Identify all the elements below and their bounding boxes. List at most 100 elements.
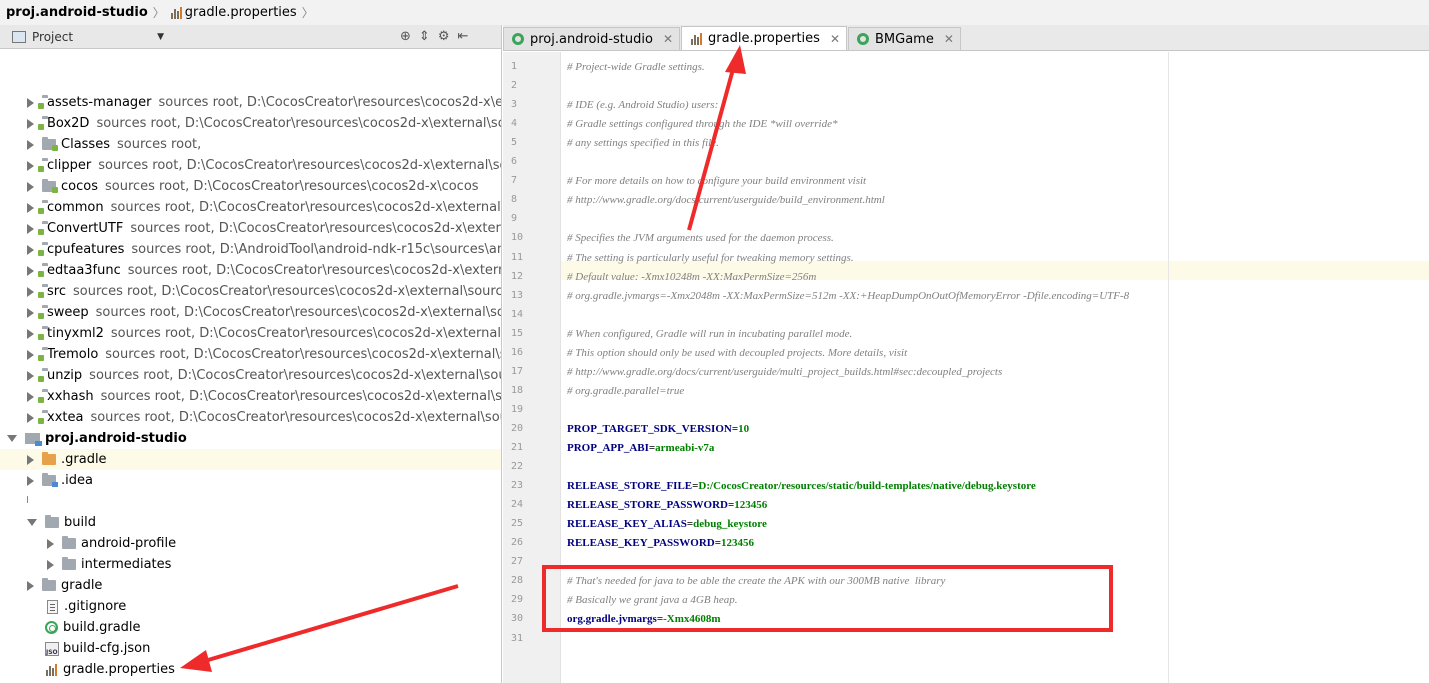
project-panel: Project ▼ ⊕ ⇕ ⚙ ⇤ assets-manager sources … — [0, 25, 502, 683]
code-line: # Project-wide Gradle settings. — [567, 61, 705, 73]
line-number: 21 — [511, 442, 524, 453]
expand-arrow-icon[interactable] — [27, 118, 34, 129]
tree-folder-android-profile[interactable]: android-profile — [0, 533, 501, 554]
property-value: 123456 — [721, 537, 754, 549]
expand-arrow-icon[interactable] — [47, 538, 54, 549]
tab-bmgame[interactable]: BMGame ✕ — [848, 27, 961, 50]
tree-module-classes[interactable]: Classes sources root, — [0, 134, 501, 155]
tree-file-gitignore[interactable]: .gitignore — [0, 596, 501, 617]
tree-item-label: intermediates — [81, 557, 172, 572]
expand-arrow-icon[interactable] — [27, 160, 34, 171]
close-icon[interactable]: ✕ — [830, 32, 840, 46]
close-icon[interactable]: ✕ — [663, 32, 673, 46]
tree-module-clipper[interactable]: clipper sources root, D:\CocosCreator\res… — [0, 155, 502, 176]
tree-item-path: sources root, D:\AndroidTool\android-ndk… — [131, 242, 502, 257]
tree-item-label: android-profile — [81, 536, 177, 551]
expand-arrow-icon[interactable] — [27, 328, 34, 339]
tree-module-tinyxml2[interactable]: tinyxml2 sources root, D:\CocosCreator\re… — [0, 323, 501, 344]
breadcrumb-file[interactable]: gradle.properties — [185, 5, 297, 20]
line-number: 11 — [511, 252, 524, 263]
tree-folder-gradle[interactable]: gradle — [0, 575, 501, 596]
line-number: 6 — [511, 156, 518, 167]
tree-item-label: build — [64, 515, 96, 530]
gear-icon[interactable]: ⚙ — [438, 29, 450, 44]
tree-module-common[interactable]: common sources root, D:\CocosCreator\reso… — [0, 197, 501, 218]
expand-arrow-icon[interactable] — [27, 139, 34, 150]
code-line: # Default value: -Xmx10248m -XX:MaxPermS… — [567, 271, 817, 283]
project-view-selector[interactable]: Project — [32, 30, 73, 44]
tree-item-path: sources root, D:\CocosCreator\resources\… — [98, 158, 502, 173]
tree-item-path: sources root, D:\CocosCreator\resources\… — [90, 410, 502, 425]
expand-arrow-icon[interactable] — [27, 202, 34, 213]
expand-arrow-icon[interactable] — [27, 519, 37, 526]
tree-item-label: .gitignore — [64, 599, 127, 614]
tree-module-assets-manager[interactable]: assets-manager sources root, D:\CocosCrea… — [0, 92, 501, 113]
locate-icon[interactable]: ⊕ — [400, 29, 411, 44]
folder-icon — [62, 536, 76, 549]
tree-folder-build[interactable]: build — [0, 512, 501, 533]
expand-arrow-icon[interactable] — [27, 391, 34, 402]
hide-panel-icon[interactable]: ⇤ — [457, 29, 468, 44]
tree-item-path: sources root, D:\CocosCreator\resources\… — [95, 305, 502, 320]
tab-proj-android-studio[interactable]: proj.android-studio ✕ — [503, 27, 681, 50]
expand-arrow-icon[interactable] — [27, 97, 34, 108]
tree-item-path: sources root, D:\CocosCreator\resources\… — [104, 179, 479, 194]
expand-arrow-icon[interactable] — [27, 349, 34, 360]
tree-item-path: sources root, D:\CocosCreator\resources\… — [72, 284, 502, 299]
tree-module-src[interactable]: src sources root, D:\CocosCreator\resourc… — [0, 281, 502, 302]
tree-item-label: clipper — [47, 158, 92, 173]
expand-arrow-icon[interactable] — [27, 223, 34, 234]
tree-module-sweep[interactable]: sweep sources root, D:\CocosCreator\resou… — [0, 302, 502, 323]
tree-module-edtaa3func[interactable]: edtaa3func sources root, D:\CocosCreator\… — [0, 260, 501, 281]
editor-tab-bar: proj.android-studio ✕ gradle.properties … — [503, 25, 1429, 51]
tab-gradle-properties[interactable]: gradle.properties ✕ — [681, 26, 847, 50]
tree-item-label: src — [47, 284, 66, 299]
expand-arrow-icon[interactable] — [27, 181, 34, 192]
tree-folder-idea[interactable]: .idea — [0, 470, 501, 491]
expand-arrow-icon[interactable] — [27, 265, 34, 276]
expand-arrow-icon[interactable] — [27, 307, 34, 318]
tree-item-path: sources root, — [116, 137, 202, 152]
tree-module-cpufeatures[interactable]: cpufeatures sources root, D:\AndroidTool\… — [0, 239, 502, 260]
tree-file-build-gradle[interactable]: build.gradle — [0, 617, 501, 638]
highlight-box — [542, 565, 1113, 632]
line-number: 25 — [511, 518, 524, 529]
project-panel-header: Project ▼ ⊕ ⇕ ⚙ ⇤ — [0, 25, 501, 49]
tree-module-convertutf[interactable]: ConvertUTF sources root, D:\CocosCreator\… — [0, 218, 501, 239]
expand-arrow-icon[interactable] — [27, 412, 34, 423]
expand-arrow-icon[interactable] — [7, 435, 17, 442]
property-value: 10 — [738, 423, 750, 435]
line-number: 24 — [511, 499, 524, 510]
tree-module-xxtea[interactable]: xxtea sources root, D:\CocosCreator\resou… — [0, 407, 502, 428]
collapse-all-icon[interactable]: ⇕ — [419, 29, 430, 44]
tree-root-proj-android-studio[interactable]: proj.android-studio — [0, 428, 501, 449]
expand-arrow-icon[interactable] — [27, 244, 34, 255]
line-number: 18 — [511, 385, 524, 396]
tree-folder-intermediates[interactable]: intermediates — [0, 554, 501, 575]
line-number: 28 — [511, 575, 524, 586]
tree-item-label: ConvertUTF — [47, 221, 124, 236]
tree-module-box2d[interactable]: Box2D sources root, D:\CocosCreator\resou… — [0, 113, 501, 134]
close-icon[interactable]: ✕ — [944, 32, 954, 46]
properties-file-icon — [45, 663, 57, 677]
tree-file-gradle-properties[interactable]: gradle.properties — [0, 659, 501, 680]
code-line: # any settings specified in this file. — [567, 137, 719, 149]
expand-arrow-icon[interactable] — [27, 370, 34, 381]
chevron-down-icon[interactable]: ▼ — [157, 32, 164, 42]
tree-module-cocos[interactable]: cocos sources root, D:\CocosCreator\resou… — [0, 176, 501, 197]
code-line: # Specifies the JVM arguments used for t… — [567, 232, 834, 244]
expand-arrow-icon[interactable] — [27, 580, 34, 591]
expand-arrow-icon[interactable] — [27, 475, 34, 486]
expand-arrow-icon[interactable] — [27, 454, 34, 465]
tree-file-build-cfg[interactable]: JSON build-cfg.json — [0, 638, 501, 659]
expand-arrow-icon[interactable] — [47, 559, 54, 570]
breadcrumb-project[interactable]: proj.android-studio — [6, 5, 148, 20]
tree-module-unzip[interactable]: unzip sources root, D:\CocosCreator\resou… — [0, 365, 501, 386]
expand-arrow-icon[interactable] — [27, 286, 34, 297]
tree-item-label: assets-manager — [47, 95, 152, 110]
tree-folder-gradle-hidden[interactable]: .gradle — [0, 449, 501, 470]
tree-module-xxhash[interactable]: xxhash sources root, D:\CocosCreator\reso… — [0, 386, 501, 407]
tab-label: gradle.properties — [708, 31, 820, 46]
tree-module-tremolo[interactable]: Tremolo sources root, D:\CocosCreator\res… — [0, 344, 501, 365]
line-number: 17 — [511, 366, 524, 377]
